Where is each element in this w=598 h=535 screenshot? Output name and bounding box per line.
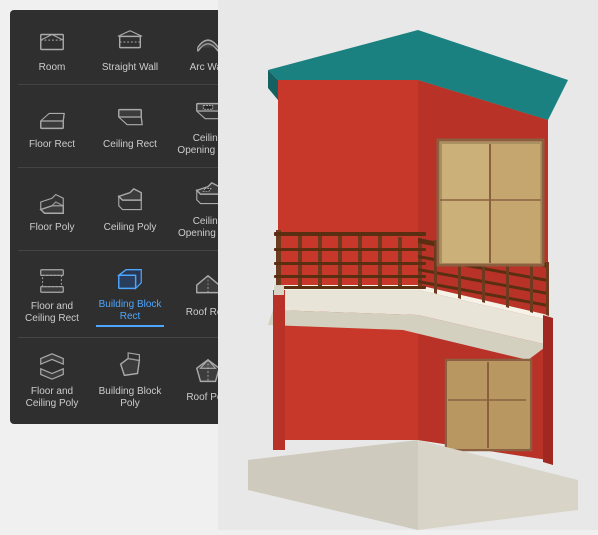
building-preview (218, 0, 598, 530)
floor-ceiling-poly-icon (36, 350, 68, 382)
tool-floor-rect[interactable]: Floor Rect (14, 89, 90, 163)
tool-building-block-poly[interactable]: Building Block Poly (92, 342, 168, 416)
tool-building-block-poly-label: Building Block Poly (96, 386, 164, 410)
tool-ceiling-poly-label: Ceiling Poly (104, 222, 157, 234)
floor-ceiling-rect-icon (36, 265, 68, 297)
tool-floor-ceiling-rect-label: Floor and Ceiling Rect (18, 301, 86, 325)
divider-4 (18, 337, 242, 338)
tool-room-label: Room (39, 62, 66, 74)
straight-wall-icon (114, 26, 146, 58)
divider-2 (18, 167, 242, 168)
tool-ceiling-poly[interactable]: Ceiling Poly (92, 172, 168, 246)
toolbar-panel: Room Straight Wall Arc Wall (10, 10, 250, 424)
ceiling-rect-icon (114, 103, 146, 135)
room-icon (36, 26, 68, 58)
tool-room[interactable]: Room (14, 18, 90, 80)
building-block-rect-icon (114, 263, 146, 295)
building-block-poly-icon (114, 350, 146, 382)
tool-floor-ceiling-poly-label: Floor and Ceiling Poly (18, 386, 86, 410)
tool-floor-ceiling-poly[interactable]: Floor and Ceiling Poly (14, 342, 90, 416)
tool-floor-rect-label: Floor Rect (29, 139, 75, 151)
tool-building-block-rect-label: Building Block Rect (96, 299, 164, 327)
tool-straight-wall-label: Straight Wall (102, 62, 158, 74)
tool-floor-poly-label: Floor Poly (29, 222, 74, 234)
tool-ceiling-rect[interactable]: Ceiling Rect (92, 89, 168, 163)
divider-3 (18, 250, 242, 251)
floor-rect-icon (36, 103, 68, 135)
tool-floor-ceiling-rect[interactable]: Floor and Ceiling Rect (14, 255, 90, 333)
tool-ceiling-rect-label: Ceiling Rect (103, 139, 157, 151)
floor-poly-icon (36, 186, 68, 218)
divider-1 (18, 84, 242, 85)
tool-floor-poly[interactable]: Floor Poly (14, 172, 90, 246)
ceiling-poly-icon (114, 186, 146, 218)
tool-building-block-rect[interactable]: Building Block Rect (92, 255, 168, 333)
tool-straight-wall[interactable]: Straight Wall (92, 18, 168, 80)
